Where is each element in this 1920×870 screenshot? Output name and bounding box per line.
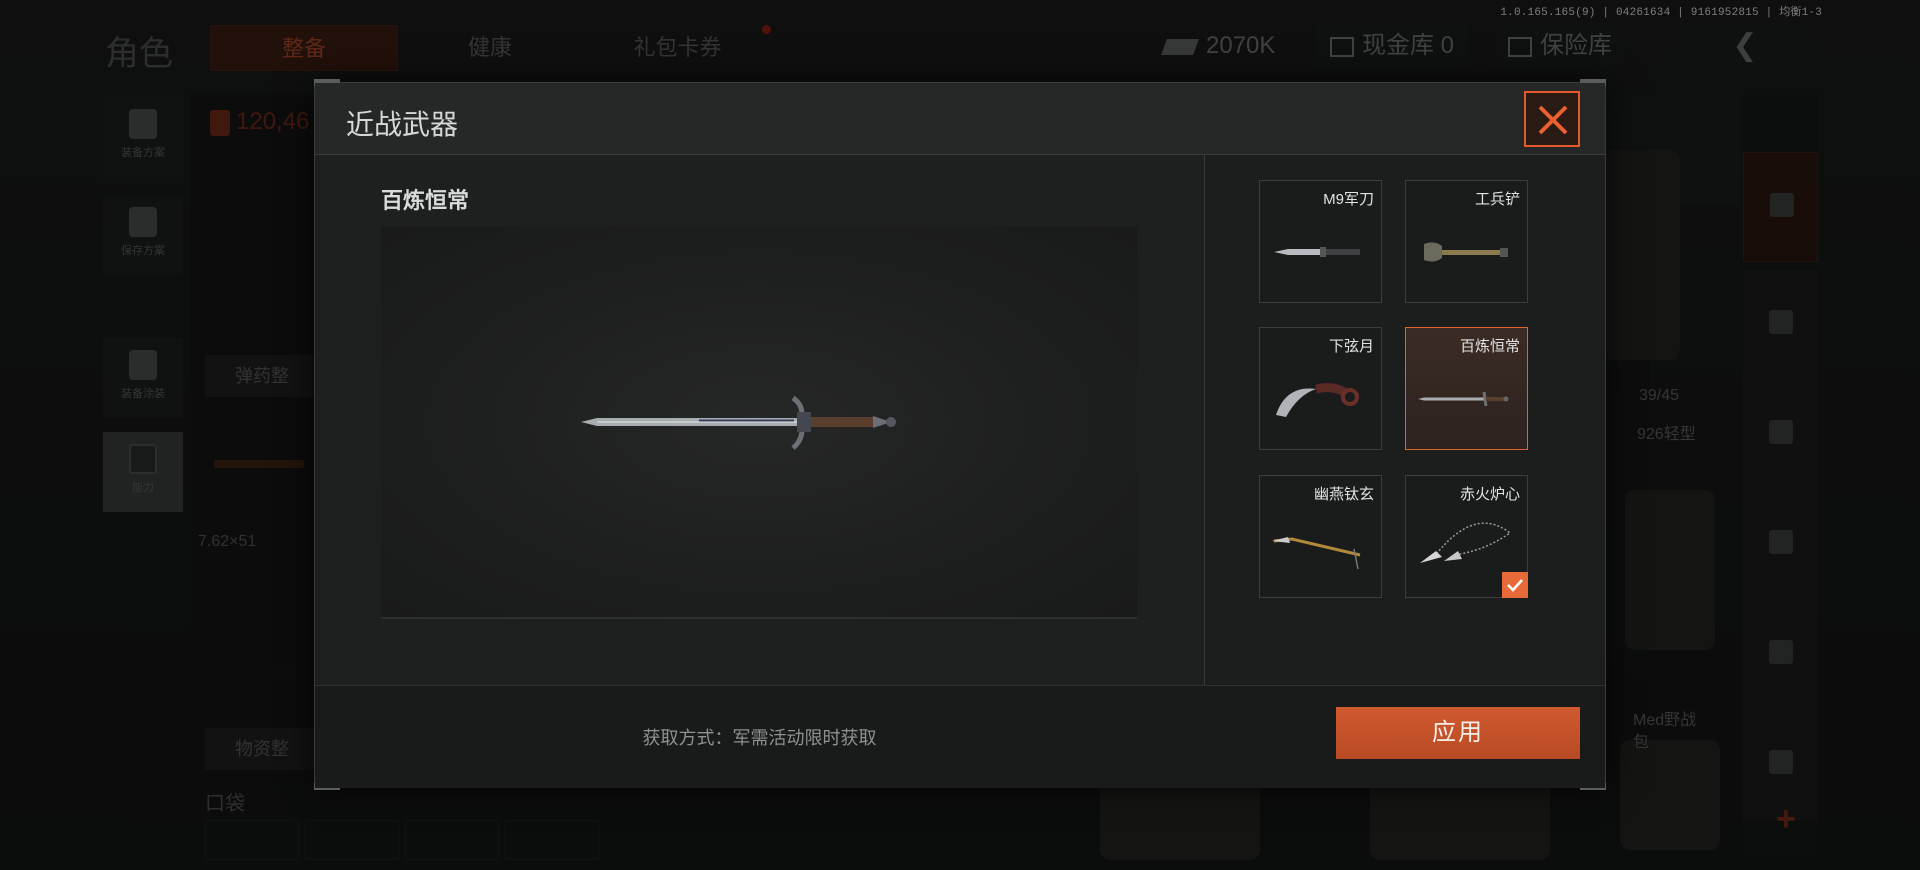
dialog-title: 近战武器	[346, 109, 459, 140]
weapon-card-karambit[interactable]: 下弦月	[1259, 327, 1382, 450]
chain-dart-icon	[1420, 522, 1512, 563]
weapon-grid: M9军刀 工兵铲 下弦月 百炼恒常 幽燕钛玄 赤火炉心	[1205, 155, 1605, 685]
weapon-card-shovel[interactable]: 工兵铲	[1405, 180, 1528, 303]
close-icon	[1538, 105, 1568, 135]
weapon-card-chain-dart[interactable]: 赤火炉心	[1405, 475, 1528, 598]
dialog-header: 近战武器	[315, 83, 1605, 155]
weapon-preview	[381, 227, 1137, 619]
dialog-footer: 获取方式：军需活动限时获取 应用	[315, 685, 1605, 788]
weapon-card-m9[interactable]: M9军刀	[1259, 180, 1382, 303]
acquisition-method: 获取方式：军需活动限时获取	[642, 728, 877, 748]
owned-check-icon	[1502, 572, 1528, 598]
knife-icon	[1274, 247, 1360, 257]
weapon-card-sword[interactable]: 百炼恒常	[1405, 327, 1528, 450]
close-button[interactable]	[1524, 91, 1580, 147]
shovel-icon	[1424, 242, 1508, 262]
melee-weapon-dialog: 近战武器 百炼恒常 M9军刀 工兵铲 下弦月 百炼恒常 幽燕钛玄 赤火炉心 获取…	[314, 79, 1606, 790]
karambit-icon	[1276, 383, 1359, 417]
sword-icon	[1418, 391, 1509, 407]
apply-button[interactable]: 应用	[1336, 707, 1580, 759]
preview-weapon-name: 百炼恒常	[381, 188, 470, 213]
sword-icon	[581, 395, 896, 450]
weapon-card-spear[interactable]: 幽燕钛玄	[1259, 475, 1382, 598]
spear-icon	[1272, 537, 1361, 570]
